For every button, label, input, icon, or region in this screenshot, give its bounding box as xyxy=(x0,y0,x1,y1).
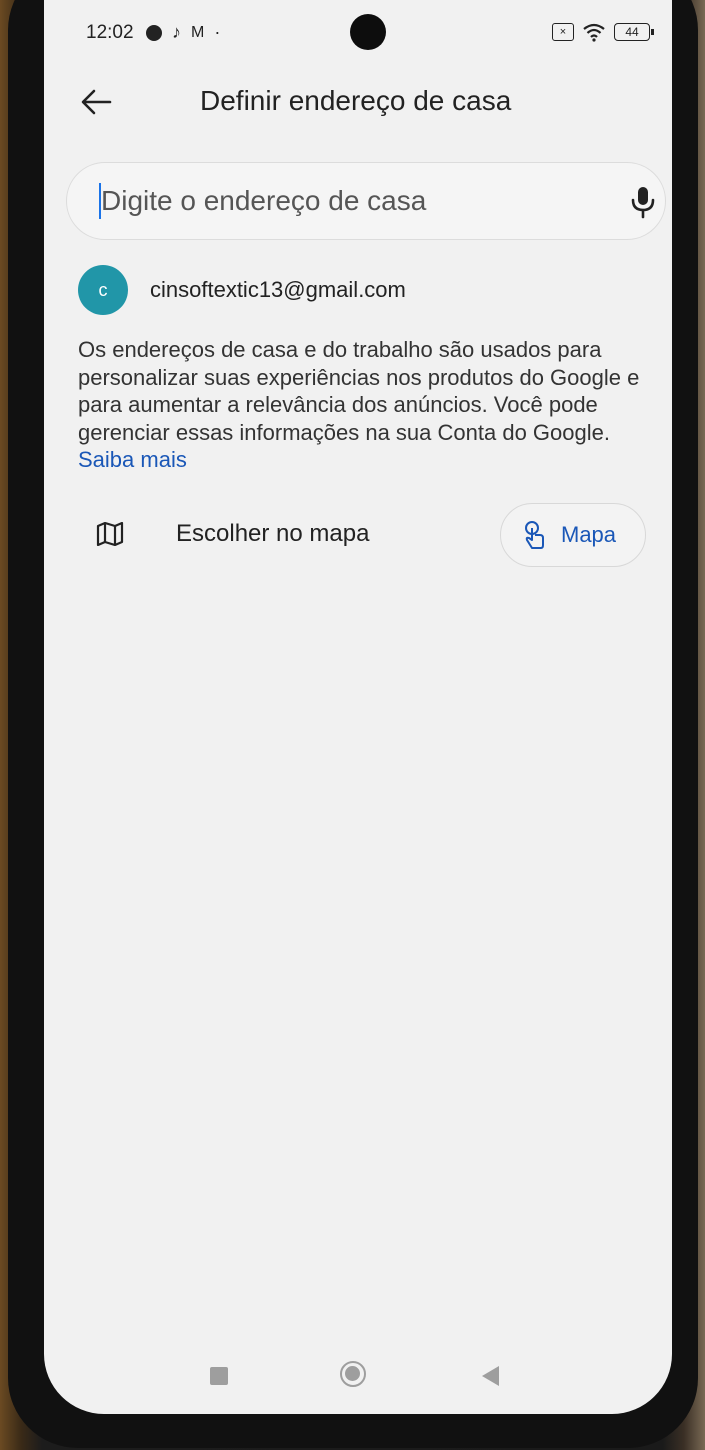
status-time: 12:02 xyxy=(86,22,134,43)
app-notification-icon xyxy=(146,24,162,41)
choose-on-map-label: Escolher no mapa xyxy=(176,520,370,547)
more-dot-icon: · xyxy=(214,22,221,42)
avatar: c xyxy=(78,265,128,315)
page-title: Definir endereço de casa xyxy=(200,85,512,116)
status-icons-right: × 44 xyxy=(552,22,654,42)
app-bar: Definir endereço de casa xyxy=(44,70,672,134)
tiktok-icon: ♪ xyxy=(172,22,181,42)
mic-icon[interactable] xyxy=(627,185,659,219)
status-icons-left: ♪ M · xyxy=(146,22,220,43)
gmail-icon: M xyxy=(191,23,205,41)
account-email: cinsoftextic13@gmail.com xyxy=(150,277,406,302)
front-camera xyxy=(350,14,386,50)
search-input[interactable] xyxy=(101,185,581,217)
wifi-icon xyxy=(583,23,605,42)
info-text: Os endereços de casa e do trabalho são u… xyxy=(78,336,658,474)
choose-on-map-row[interactable]: Escolher no mapa Mapa xyxy=(44,500,672,568)
map-button-label: Mapa xyxy=(561,522,617,547)
home-button[interactable] xyxy=(340,1361,366,1387)
recents-button[interactable] xyxy=(210,1367,228,1385)
search-field[interactable] xyxy=(66,162,666,240)
no-sim-icon: × xyxy=(552,23,574,41)
account-row: c cinsoftextic13@gmail.com xyxy=(78,264,406,316)
nav-bar xyxy=(44,1346,672,1406)
status-bar: 12:02 ♪ M · × 44 xyxy=(44,0,672,70)
info-body: Os endereços de casa e do trabalho são u… xyxy=(78,337,640,445)
touch-icon xyxy=(525,521,544,549)
arrow-back-icon[interactable] xyxy=(74,80,118,124)
map-button[interactable]: Mapa xyxy=(500,503,646,567)
learn-more-link[interactable]: Saiba mais xyxy=(78,447,187,472)
map-icon xyxy=(96,522,124,546)
nav-back-button[interactable] xyxy=(482,1366,499,1386)
screen: 12:02 ♪ M · × 44 Definir endereço de cas… xyxy=(44,0,672,1414)
battery-icon: 44 xyxy=(614,23,654,41)
